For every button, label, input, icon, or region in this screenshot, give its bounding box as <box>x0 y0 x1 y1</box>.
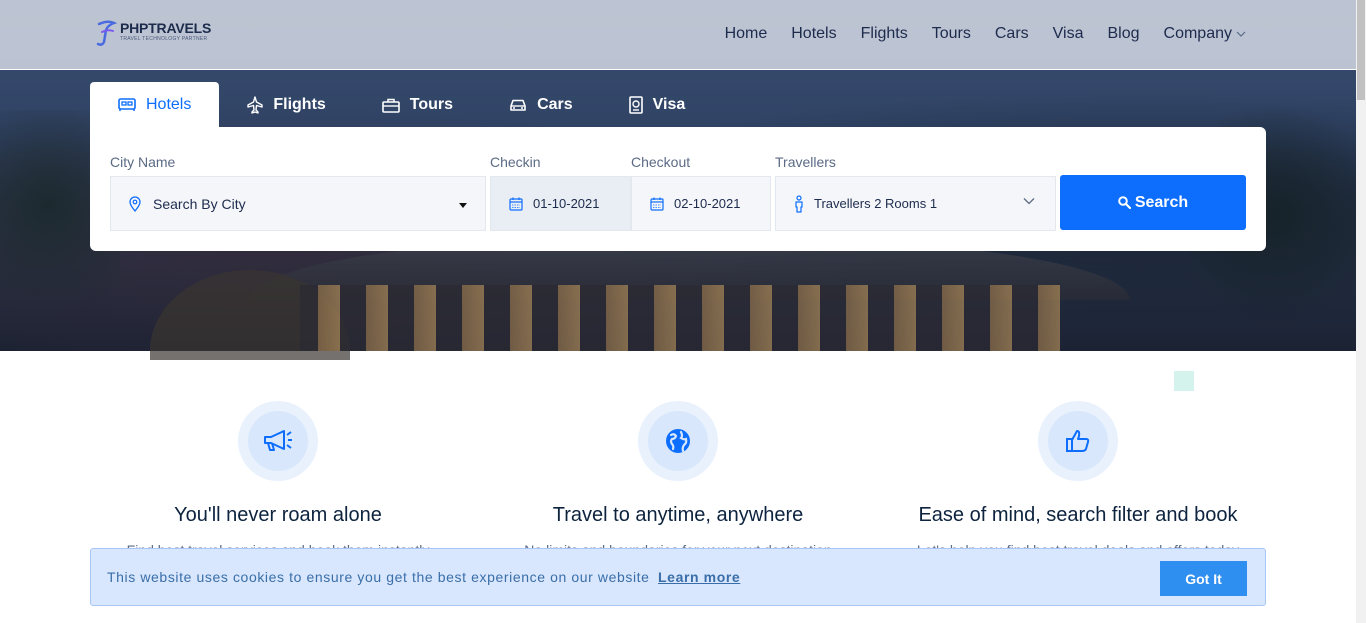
megaphone-icon <box>264 430 292 451</box>
search-panel: City Name Checkin Checkout Travellers Se… <box>90 127 1266 251</box>
tab-label: Flights <box>273 96 326 113</box>
search-button-label: Search <box>1134 193 1189 211</box>
feature-card: Ease of mind, search filter and book Let… <box>878 401 1278 559</box>
cookie-accept-button[interactable]: Got It <box>1160 561 1247 596</box>
feature-icon-circle <box>638 401 718 481</box>
nav-company-label: Company <box>1163 25 1232 42</box>
passport-icon <box>628 96 643 114</box>
thumbs-up-icon <box>1066 430 1090 452</box>
tab-label: Cars <box>537 96 573 113</box>
feature-title: You'll never roam alone <box>174 504 382 526</box>
nav-tours[interactable]: Tours <box>932 24 971 44</box>
city-value: Search By City <box>153 195 246 212</box>
search-icon <box>1118 196 1131 209</box>
logo-tagline: TRAVEL TECHNOLOGY PARTNER <box>120 36 208 42</box>
car-icon <box>510 99 526 111</box>
travellers-label: Travellers <box>775 154 836 170</box>
site-header: PHPTRAVELS TRAVEL TECHNOLOGY PARTNER Hom… <box>0 0 1356 70</box>
main-nav: Home Hotels Flights Tours Cars Visa Blog… <box>701 24 1246 44</box>
tab-flights[interactable]: Flights <box>219 82 353 128</box>
feature-title: Travel to anytime, anywhere <box>552 504 804 526</box>
calendar-icon <box>509 197 523 211</box>
city-select[interactable]: Search By City <box>110 176 486 231</box>
checkout-label: Checkout <box>631 154 691 170</box>
feature-icon-circle <box>238 401 318 481</box>
person-icon <box>795 194 803 213</box>
feature-title: Ease of mind, search filter and book <box>918 504 1238 526</box>
nav-visa[interactable]: Visa <box>1053 24 1084 44</box>
scrollbar-thumb[interactable] <box>1357 0 1365 100</box>
checkout-input[interactable]: 02-10-2021 <box>631 176 771 231</box>
feature-card: You'll never roam alone Find best travel… <box>78 401 478 559</box>
learn-more-link[interactable]: Learn more <box>658 569 740 585</box>
caret-down-icon <box>459 203 467 208</box>
tab-label: Visa <box>652 96 686 113</box>
feature-icon-circle <box>1038 401 1118 481</box>
chevron-down-icon <box>1236 31 1246 37</box>
tab-label: Hotels <box>146 96 192 113</box>
tab-tours[interactable]: Tours <box>354 82 481 128</box>
checkout-value: 02-10-2021 <box>674 196 741 211</box>
tab-cars[interactable]: Cars <box>481 82 601 128</box>
search-tabs: Hotels Flights Tours Cars Visa <box>90 82 713 128</box>
nav-flights[interactable]: Flights <box>861 24 908 44</box>
city-label: City Name <box>110 154 176 170</box>
bed-icon <box>118 98 136 111</box>
plane-icon <box>247 96 264 114</box>
nav-home[interactable]: Home <box>725 24 768 44</box>
scrollbar[interactable] <box>1356 0 1366 623</box>
cookie-message-row: This website uses cookies to ensure you … <box>107 569 740 585</box>
map-pin-icon <box>129 195 141 212</box>
chevron-down-icon <box>1023 198 1035 205</box>
feature-card: Travel to anytime, anywhere No limits an… <box>478 401 878 559</box>
logo-name: PHPTRAVELS <box>120 20 212 36</box>
checkin-input[interactable]: 01-10-2021 <box>490 176 631 231</box>
logo[interactable]: PHPTRAVELS TRAVEL TECHNOLOGY PARTNER <box>96 20 211 46</box>
nav-cars[interactable]: Cars <box>995 24 1029 44</box>
search-button[interactable]: Search <box>1060 175 1246 230</box>
decorative-square <box>1174 371 1194 391</box>
checkin-value: 01-10-2021 <box>533 196 600 211</box>
tab-label: Tours <box>409 96 454 113</box>
travellers-value: Travellers 2 Rooms 1 <box>814 196 938 211</box>
travellers-dropdown[interactable]: Travellers 2 Rooms 1 <box>775 176 1056 231</box>
nav-company[interactable]: Company <box>1164 24 1246 44</box>
tab-hotels[interactable]: Hotels <box>90 82 220 128</box>
resort-building <box>300 285 1060 351</box>
checkin-label: Checkin <box>490 154 541 170</box>
globe-icon <box>666 429 690 453</box>
cookie-message: This website uses cookies to ensure you … <box>107 569 650 585</box>
suitcase-icon <box>381 98 400 113</box>
nav-hotels[interactable]: Hotels <box>791 24 836 44</box>
logo-mark-icon <box>96 20 118 46</box>
nav-blog[interactable]: Blog <box>1107 24 1139 44</box>
cookie-banner: This website uses cookies to ensure you … <box>90 548 1266 606</box>
calendar-icon <box>650 197 664 211</box>
tab-visa[interactable]: Visa <box>601 82 714 128</box>
